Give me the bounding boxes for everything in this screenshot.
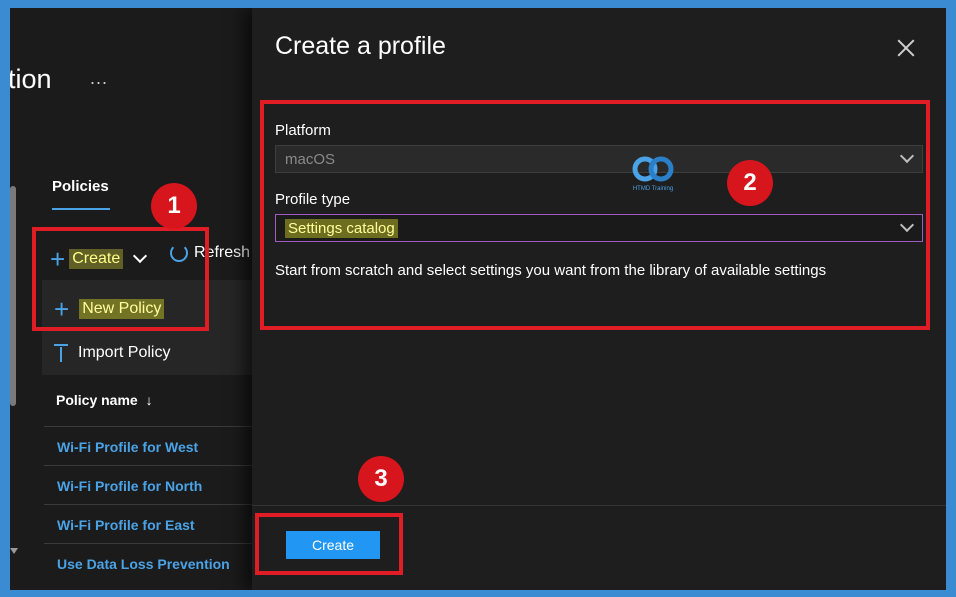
- vertical-scrollbar[interactable]: [10, 186, 16, 406]
- tab-policies[interactable]: Policies: [52, 178, 109, 195]
- annotation-box-1: [32, 227, 209, 331]
- table-row[interactable]: Wi-Fi Profile for North: [44, 465, 270, 504]
- table-row[interactable]: Use Data Loss Prevention: [44, 543, 270, 582]
- screenshot-frame: tion ... Policies + Create Refresh + New…: [10, 8, 946, 590]
- more-options-button[interactable]: ...: [90, 68, 108, 89]
- annotation-badge-3: 3: [358, 456, 404, 502]
- page-title: tion: [10, 64, 52, 94]
- table-row[interactable]: Wi-Fi Profile for East: [44, 504, 270, 543]
- close-icon[interactable]: [896, 38, 916, 58]
- annotation-badge-1: 1: [151, 183, 197, 229]
- footer-divider: [252, 505, 946, 506]
- annotation-box-3: [255, 513, 403, 575]
- table-row[interactable]: Wi-Fi Profile for West: [44, 426, 270, 465]
- scroll-down-icon[interactable]: [10, 548, 18, 554]
- column-header-policy-name[interactable]: Policy name ↓: [56, 392, 153, 408]
- annotation-badge-2: 2: [727, 160, 773, 206]
- column-header-label: Policy name: [56, 392, 138, 408]
- sort-arrow-icon: ↓: [145, 392, 153, 408]
- panel-title: Create a profile: [275, 32, 446, 60]
- annotation-box-2: [260, 100, 930, 330]
- upload-icon: [54, 344, 68, 362]
- menu-item-label: Import Policy: [78, 344, 171, 361]
- tab-active-indicator: [52, 208, 110, 210]
- menu-item-import-policy[interactable]: Import Policy: [54, 344, 170, 362]
